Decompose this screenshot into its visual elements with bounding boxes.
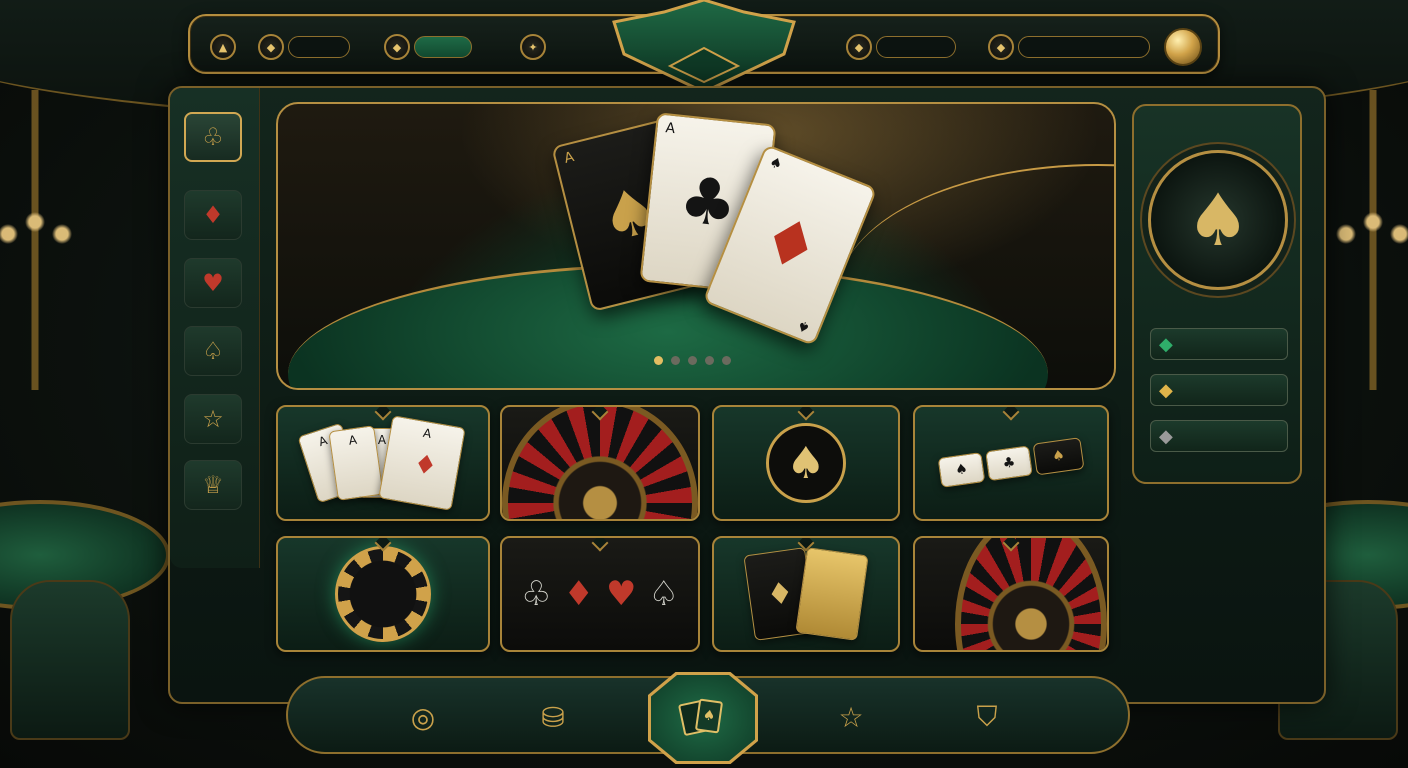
spade-icon: ♤ bbox=[202, 337, 224, 365]
triangle-icon: ▲ bbox=[210, 34, 236, 60]
resource-counter-1[interactable]: ◆ bbox=[258, 34, 350, 60]
suits-row: ♧ ♦ ♥ ♤ bbox=[521, 574, 679, 614]
top-triangle-button[interactable]: ▲ bbox=[210, 34, 236, 60]
heart-icon: ♥ bbox=[202, 269, 224, 297]
sidebar-item-favorites[interactable]: ☆ bbox=[184, 394, 242, 444]
nav-chips[interactable]: ⛁ bbox=[534, 698, 572, 736]
game-tile-roulette-closeup[interactable] bbox=[913, 536, 1109, 652]
diamond-icon: ♦ bbox=[202, 201, 224, 229]
gold-card-icon bbox=[795, 547, 869, 641]
compass-icon: ✦ bbox=[520, 34, 546, 60]
carousel-dot[interactable] bbox=[688, 356, 697, 365]
game-tile-card-table[interactable]: ♠ ♣ ♠ bbox=[913, 405, 1109, 521]
game-tile-poker[interactable]: A A A A ♦ bbox=[276, 405, 490, 521]
card-icon: ♠ bbox=[1032, 437, 1085, 476]
game-tile-spade[interactable]: ♠ bbox=[712, 405, 900, 521]
compass-icon: ◎ bbox=[410, 700, 436, 734]
spade-badge[interactable]: ♠ bbox=[1148, 150, 1288, 290]
gold-swirl bbox=[838, 164, 1114, 388]
roulette-wheel-icon bbox=[955, 538, 1107, 650]
spade-icon: ♠ bbox=[1185, 178, 1251, 262]
crown-icon: ♕ bbox=[202, 471, 224, 499]
emerald-gem-icon: ◆ bbox=[1159, 333, 1173, 355]
heart-icon: ♥ bbox=[606, 574, 637, 614]
gem-icon: ◆ bbox=[988, 34, 1014, 60]
right-panel: ♠ ◆ ◆ ◆ bbox=[1132, 104, 1302, 484]
resource-bar bbox=[876, 36, 956, 58]
spade-icon: ♤ bbox=[648, 574, 679, 614]
roulette-wheel-icon bbox=[502, 407, 698, 519]
gem-icon: ◆ bbox=[258, 34, 284, 60]
nav-shield[interactable]: ⛉ bbox=[968, 698, 1006, 736]
resource-counter-4[interactable]: ◆ bbox=[988, 34, 1150, 60]
carousel-dot[interactable] bbox=[722, 356, 731, 365]
right-row-emerald[interactable]: ◆ bbox=[1150, 328, 1288, 360]
chandelier-left bbox=[0, 90, 80, 390]
resource-counter-3[interactable]: ◆ bbox=[846, 34, 956, 60]
clubs-icon: ♧ bbox=[202, 123, 224, 151]
game-tile-roulette[interactable] bbox=[500, 405, 700, 521]
carousel-dots bbox=[654, 356, 731, 365]
poker-chip-icon bbox=[335, 546, 431, 642]
card-icon: ♣ bbox=[985, 445, 1033, 482]
carousel-dot[interactable] bbox=[671, 356, 680, 365]
background-chair-left bbox=[10, 580, 130, 740]
cards-icon: ♠ bbox=[677, 698, 727, 738]
resource-bar bbox=[1018, 36, 1150, 58]
club-icon: ♧ bbox=[521, 574, 552, 614]
nav-favorites[interactable]: ☆ bbox=[832, 698, 870, 736]
right-row-gold[interactable]: ◆ bbox=[1150, 374, 1288, 406]
resource-bar bbox=[288, 36, 350, 58]
resource-counter-2[interactable]: ◆ bbox=[384, 34, 472, 60]
game-tile-chip[interactable] bbox=[276, 536, 490, 652]
diamond-icon: ♦ bbox=[563, 574, 594, 614]
diamond-icon: ♦ bbox=[749, 199, 831, 291]
chandelier-right bbox=[1328, 90, 1408, 390]
diamond-icon: ♦ bbox=[411, 448, 440, 483]
silver-gem-icon: ◆ bbox=[1159, 425, 1173, 447]
hero-banner[interactable]: A ♠ A ♣ ♠ ♦ ♠ bbox=[276, 102, 1116, 390]
compass-button[interactable]: ✦ bbox=[520, 34, 546, 60]
sidebar-item-spades[interactable]: ♤ bbox=[184, 326, 242, 376]
game-tile-suits[interactable]: ♧ ♦ ♥ ♤ bbox=[500, 536, 700, 652]
carousel-dot[interactable] bbox=[705, 356, 714, 365]
game-tile-card-pair[interactable]: ♦ bbox=[712, 536, 900, 652]
right-row-silver[interactable]: ◆ bbox=[1150, 420, 1288, 452]
gem-icon: ◆ bbox=[846, 34, 872, 60]
star-icon: ☆ bbox=[202, 405, 224, 433]
nav-cards-active[interactable]: ♠ bbox=[648, 672, 758, 764]
category-sidebar: ♧ ♦ ♥ ♤ ☆ ♕ bbox=[170, 88, 260, 568]
carousel-dot[interactable] bbox=[654, 356, 663, 365]
card-icon: ♠ bbox=[937, 452, 986, 488]
gold-gem-icon: ◆ bbox=[1159, 379, 1173, 401]
sidebar-item-clubs[interactable]: ♧ bbox=[184, 112, 242, 162]
spade-icon: ♠ bbox=[766, 423, 846, 503]
star-icon: ☆ bbox=[838, 700, 864, 734]
sidebar-item-hearts[interactable]: ♥ bbox=[184, 258, 242, 308]
resource-bar-active bbox=[414, 36, 472, 58]
nav-compass[interactable]: ◎ bbox=[404, 698, 442, 736]
gem-icon: ◆ bbox=[384, 34, 410, 60]
gold-orb-button[interactable] bbox=[1164, 28, 1202, 66]
sidebar-item-vip[interactable]: ♕ bbox=[184, 460, 242, 510]
top-crest-emblem bbox=[612, 0, 796, 94]
chip-stack-icon: ⛁ bbox=[541, 700, 565, 734]
shield-icon: ⛉ bbox=[976, 700, 998, 733]
sidebar-item-diamonds[interactable]: ♦ bbox=[184, 190, 242, 240]
